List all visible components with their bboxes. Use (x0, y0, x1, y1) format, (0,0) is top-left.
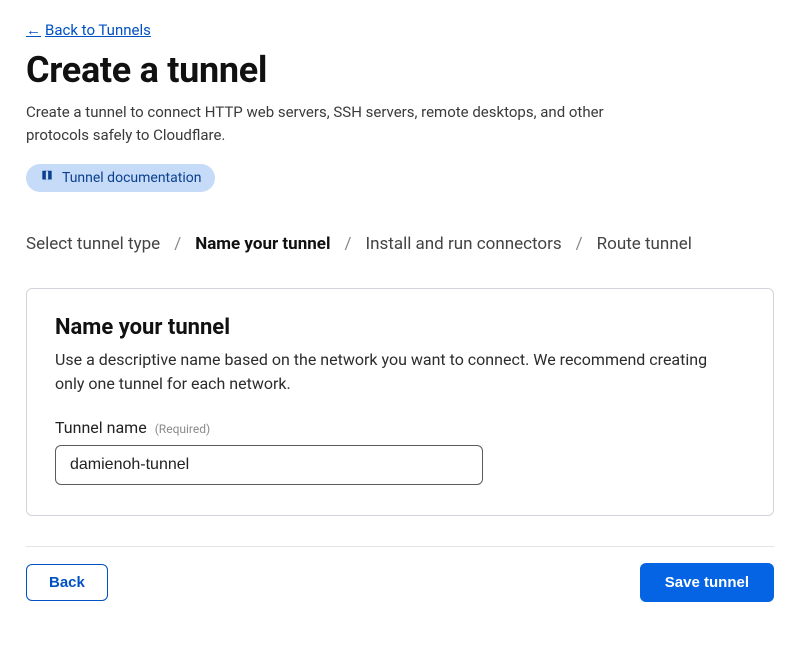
footer-actions: Back Save tunnel (26, 563, 774, 602)
doc-chip-label: Tunnel documentation (62, 170, 201, 186)
panel-title: Name your tunnel (55, 315, 745, 340)
save-tunnel-button[interactable]: Save tunnel (640, 563, 774, 602)
step-select-tunnel-type[interactable]: Select tunnel type (26, 234, 160, 254)
back-to-tunnels-link[interactable]: ← Back to Tunnels (26, 21, 151, 39)
name-tunnel-panel: Name your tunnel Use a descriptive name … (26, 288, 774, 516)
back-button[interactable]: Back (26, 564, 108, 601)
tunnel-name-label: Tunnel name (Required) (55, 418, 745, 437)
step-route-tunnel[interactable]: Route tunnel (597, 234, 692, 254)
step-separator: / (344, 234, 351, 254)
arrow-left-icon: ← (26, 21, 41, 39)
footer-divider (26, 546, 774, 547)
panel-description: Use a descriptive name based on the netw… (55, 348, 715, 396)
page-title: Create a tunnel (26, 49, 774, 91)
book-icon (40, 169, 54, 187)
field-required-hint: (Required) (155, 422, 210, 436)
step-separator: / (174, 234, 181, 254)
step-separator: / (576, 234, 583, 254)
field-label-text: Tunnel name (55, 418, 147, 437)
tunnel-name-input[interactable] (55, 445, 483, 485)
page-description: Create a tunnel to connect HTTP web serv… (26, 101, 646, 148)
step-install-connectors[interactable]: Install and run connectors (365, 234, 561, 254)
step-name-your-tunnel[interactable]: Name your tunnel (195, 234, 330, 254)
stepper: Select tunnel type / Name your tunnel / … (26, 234, 774, 254)
tunnel-documentation-chip[interactable]: Tunnel documentation (26, 164, 215, 192)
back-link-text: Back to Tunnels (45, 21, 151, 39)
